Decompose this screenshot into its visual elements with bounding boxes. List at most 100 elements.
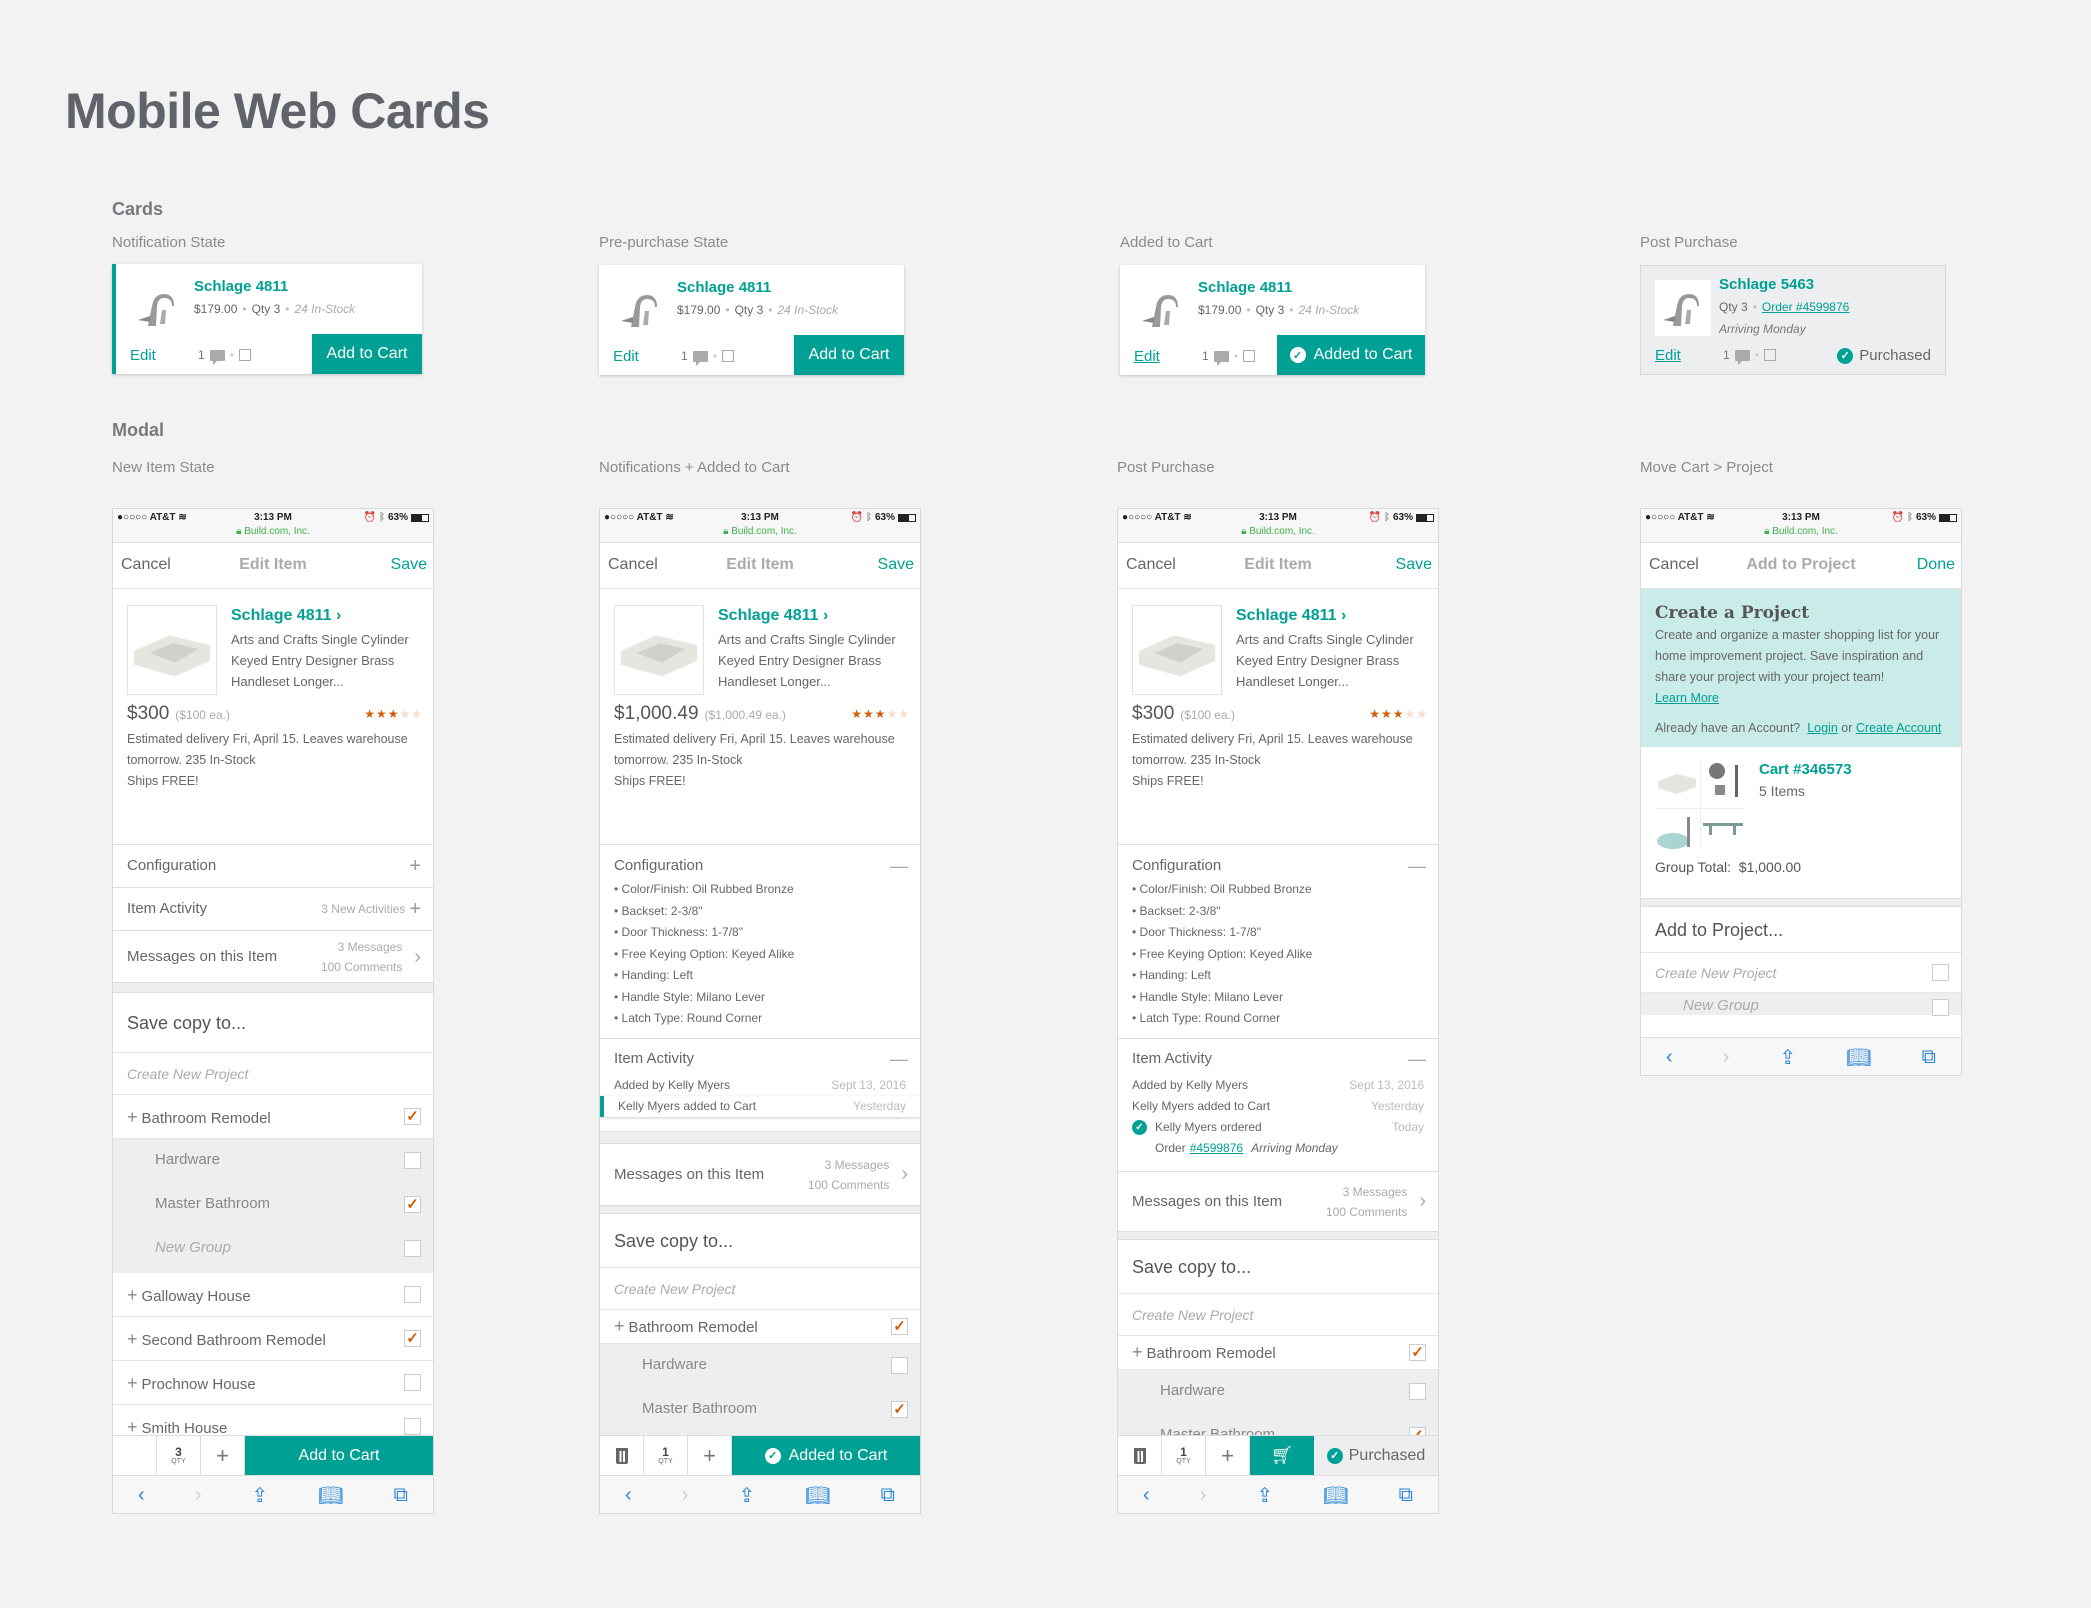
learn-more-link[interactable]: Learn More (1655, 688, 1947, 709)
quantity-display[interactable]: 3 QTY (157, 1436, 201, 1475)
done-button[interactable]: Done (1917, 556, 1955, 574)
create-new-project-input[interactable]: Create New Project (1118, 1294, 1438, 1336)
new-group-row[interactable]: New Group (113, 1227, 433, 1273)
group-row[interactable]: Master Bathroom✓ (113, 1183, 433, 1227)
added-to-cart-button[interactable]: ✓ Added to Cart (1277, 335, 1425, 375)
configuration-row[interactable]: Configuration + (113, 845, 433, 888)
back-icon[interactable]: ‹ (1666, 1046, 1673, 1069)
edit-note-icon[interactable] (721, 350, 734, 362)
checkbox[interactable] (1932, 964, 1949, 981)
forward-icon[interactable]: › (1200, 1484, 1207, 1507)
card-prepurchase[interactable]: Schlage 4811 $179.00 • Qty 3 • 24 In-Stock E… (599, 265, 904, 375)
checkbox-checked[interactable]: ✓ (891, 1400, 908, 1418)
added-to-cart-button[interactable]: ✓ Added to Cart (732, 1436, 920, 1475)
card-title[interactable]: Schlage 4811 (677, 279, 771, 296)
add-to-cart-button[interactable]: Add to Cart (312, 334, 422, 374)
delete-button[interactable] (1118, 1436, 1162, 1475)
add-to-cart-button[interactable]: Add to Cart (245, 1436, 433, 1475)
checkbox[interactable] (404, 1374, 421, 1391)
url-bar[interactable]: 🔒︎ Build.com, Inc. (113, 526, 433, 537)
url-bar[interactable]: 🔒︎ Build.com, Inc. (600, 526, 920, 537)
share-icon[interactable]: ⇪ (1779, 1045, 1796, 1070)
checkbox[interactable] (404, 1240, 421, 1257)
checkbox-checked[interactable]: ✓ (891, 1317, 908, 1335)
card-title[interactable]: Schlage 5463 (1719, 276, 1814, 293)
save-button[interactable]: Save (391, 556, 427, 574)
messages-row[interactable]: Messages on this Item 3 Messages 100 Comme… (600, 1144, 920, 1206)
tabs-icon[interactable]: ⧉ (881, 1484, 895, 1507)
edit-link[interactable]: Edit (1134, 348, 1160, 365)
add-to-cart-button[interactable]: Add to Cart (794, 335, 904, 375)
increase-qty-button[interactable]: + (201, 1436, 245, 1475)
checkbox-checked[interactable]: ✓ (404, 1330, 421, 1347)
cart-button[interactable]: 🛒︎ (1250, 1436, 1314, 1475)
project-row[interactable]: + Bathroom Remodel ✓ (1118, 1335, 1438, 1370)
cart-summary[interactable]: Cart #346573 5 Items Group Total: $1,000… (1641, 747, 1961, 899)
group-row[interactable]: Hardware (113, 1139, 433, 1183)
increase-qty-button[interactable]: + (1206, 1436, 1250, 1475)
product-name-link[interactable]: Schlage 4811 › (231, 607, 341, 625)
configuration-expanded[interactable]: Configuration — • Color/Finish: Oil Rubbe… (600, 845, 920, 1039)
product-name-link[interactable]: Schlage 4811 › (1236, 607, 1346, 625)
create-new-project-input[interactable]: Create New Project (1641, 953, 1961, 993)
comments-indicator[interactable]: 1 • (681, 349, 734, 366)
tabs-icon[interactable]: ⧉ (394, 1484, 408, 1507)
edit-link[interactable]: Edit (130, 347, 156, 364)
back-icon[interactable]: ‹ (138, 1484, 145, 1507)
back-icon[interactable]: ‹ (1143, 1484, 1150, 1507)
configuration-expanded[interactable]: Configuration — • Color/Finish: Oil Rubbe… (1118, 845, 1438, 1039)
delete-button[interactable] (600, 1436, 644, 1475)
card-added-to-cart[interactable]: Schlage 4811 $179.00 • Qty 3 • 24 In-Stock E… (1120, 265, 1425, 375)
bookmarks-icon[interactable]: 📖︎ (1323, 1483, 1348, 1508)
checkbox[interactable] (404, 1286, 421, 1303)
checkbox-checked[interactable]: ✓ (404, 1196, 421, 1213)
new-group-row[interactable]: New Group (1641, 993, 1961, 1016)
group-row[interactable]: Hardware (1118, 1369, 1438, 1414)
edit-note-icon[interactable] (238, 349, 251, 361)
create-account-link[interactable]: Create Account (1856, 721, 1941, 735)
tabs-icon[interactable]: ⧉ (1922, 1046, 1936, 1069)
messages-row[interactable]: Messages on this Item 3 Messages 100 Comme… (113, 931, 433, 983)
checkbox[interactable] (1409, 1382, 1426, 1400)
checkbox[interactable] (891, 1356, 908, 1374)
item-activity-expanded[interactable]: Item Activity — Added by Kelly Myers Sept … (1118, 1039, 1438, 1172)
url-bar[interactable]: 🔒︎ Build.com, Inc. (1641, 526, 1961, 537)
order-number-link[interactable]: #4599876 (1190, 1138, 1243, 1159)
project-row[interactable]: + Bathroom Remodel ✓ (113, 1095, 433, 1139)
bookmarks-icon[interactable]: 📖︎ (318, 1483, 343, 1508)
edit-note-icon[interactable] (1242, 350, 1255, 362)
group-row[interactable]: Master Bathroom✓ (600, 1387, 920, 1432)
bookmarks-icon[interactable]: 📖︎ (1846, 1045, 1871, 1070)
card-title[interactable]: Schlage 4811 (1198, 279, 1292, 296)
checkbox[interactable] (1932, 999, 1949, 1016)
comments-indicator[interactable]: 1 • (1723, 348, 1776, 365)
tabs-icon[interactable]: ⧉ (1399, 1484, 1413, 1507)
card-notification[interactable]: Schlage 4811 $179.00 • Qty 3 • 24 In-Stock E… (112, 264, 422, 374)
cart-title[interactable]: Cart #346573 (1759, 761, 1852, 778)
project-row[interactable]: + Bathroom Remodel ✓ (600, 1309, 920, 1344)
forward-icon[interactable]: › (682, 1484, 689, 1507)
share-icon[interactable]: ⇪ (1256, 1483, 1273, 1508)
edit-note-icon[interactable] (1763, 349, 1776, 361)
item-activity-row[interactable]: Item Activity 3 New Activities + (113, 888, 433, 931)
increase-qty-button[interactable]: + (688, 1436, 732, 1475)
card-post-purchase[interactable]: Schlage 5463 Qty 3 • Order #4599876 Arrivi… (1640, 265, 1946, 375)
login-link[interactable]: Login (1807, 721, 1838, 735)
item-activity-expanded[interactable]: Item Activity — Added by Kelly Myers Sept … (600, 1039, 920, 1132)
card-title[interactable]: Schlage 4811 (194, 278, 288, 295)
url-bar[interactable]: 🔒︎ Build.com, Inc. (1118, 526, 1438, 537)
project-row[interactable]: + Galloway House (113, 1273, 433, 1317)
comments-indicator[interactable]: 1 • (1202, 349, 1255, 366)
project-row[interactable]: + Prochnow House (113, 1361, 433, 1405)
share-icon[interactable]: ⇪ (251, 1483, 268, 1508)
edit-link[interactable]: Edit (613, 348, 639, 365)
quantity-display[interactable]: 1 QTY (1162, 1436, 1206, 1475)
quantity-display[interactable]: 1 QTY (644, 1436, 688, 1475)
create-new-project-input[interactable]: Create New Project (113, 1053, 433, 1095)
comments-indicator[interactable]: 1 • (198, 348, 251, 365)
group-row[interactable]: Hardware (600, 1343, 920, 1388)
save-button[interactable]: Save (878, 556, 914, 574)
forward-icon[interactable]: › (195, 1484, 202, 1507)
checkbox[interactable] (404, 1152, 421, 1169)
share-icon[interactable]: ⇪ (738, 1483, 755, 1508)
